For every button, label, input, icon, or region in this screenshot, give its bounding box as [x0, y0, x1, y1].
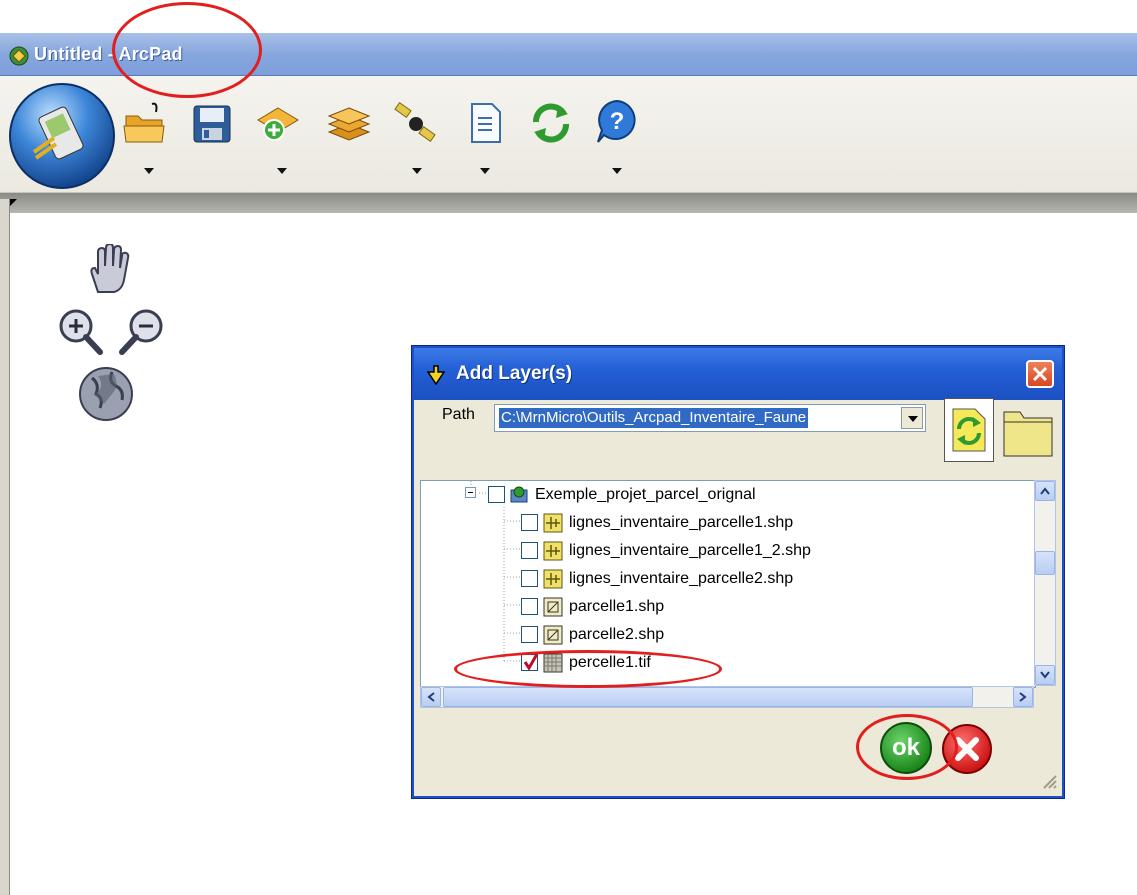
arcpad-app-icon	[9, 46, 29, 66]
browse-folder-icon[interactable]	[1000, 400, 1056, 460]
dialog-close-button[interactable]	[1026, 360, 1054, 388]
add-layer-icon[interactable]	[256, 100, 302, 146]
file-checkbox[interactable]	[521, 570, 538, 587]
file-label: lignes_inventaire_parcelle1.shp	[569, 514, 794, 531]
svg-text:?: ?	[610, 108, 625, 135]
annotation-circle-ok-button	[856, 714, 958, 780]
arcpad-menu-button[interactable]	[6, 80, 118, 192]
close-icon	[1032, 366, 1048, 382]
chevron-left-icon	[427, 692, 435, 702]
polygon-shapefile-icon	[543, 597, 563, 617]
add-layer-dropdown-arrow[interactable]	[277, 168, 287, 174]
path-value: C:\MrnMicro\Outils_Arcpad_Inventaire_Fau…	[499, 408, 809, 428]
scroll-down-button[interactable]	[1035, 665, 1055, 685]
resize-grip-icon[interactable]	[1040, 772, 1058, 790]
tree-row-file[interactable]: parcelle1.shp	[421, 593, 1021, 621]
folder-label: Exemple_projet_parcel_orignal	[535, 486, 756, 503]
polygon-shapefile-icon	[543, 625, 563, 645]
file-label: lignes_inventaire_parcelle2.shp	[569, 570, 794, 587]
line-shapefile-icon	[543, 513, 563, 533]
scroll-up-button[interactable]	[1035, 481, 1055, 501]
refresh-icon[interactable]	[528, 100, 574, 146]
tree-row-file[interactable]: lignes_inventaire_parcelle2.shp	[421, 565, 1021, 593]
line-shapefile-icon	[543, 541, 563, 561]
zoom-out-icon[interactable]	[110, 306, 166, 360]
file-label: lignes_inventaire_parcelle1_2.shp	[569, 542, 811, 559]
toolbar-bottom-band	[0, 193, 1137, 213]
refresh-list-button[interactable]	[944, 398, 994, 462]
horizontal-scroll-thumb[interactable]	[443, 687, 973, 707]
layers-icon[interactable]	[326, 100, 372, 146]
chevron-up-icon	[1040, 487, 1050, 495]
path-dropdown[interactable]: C:\MrnMicro\Outils_Arcpad_Inventaire_Fau…	[494, 404, 926, 432]
file-checkbox[interactable]	[521, 542, 538, 559]
chevron-right-icon	[1019, 692, 1027, 702]
file-checkbox[interactable]	[521, 598, 538, 615]
gps-satellite-icon[interactable]	[392, 100, 438, 146]
folder-checkbox[interactable]	[488, 486, 505, 503]
scroll-thumb[interactable]	[1035, 551, 1055, 575]
horizontal-scrollbar[interactable]	[420, 686, 1034, 708]
line-shapefile-icon	[543, 569, 563, 589]
corner-marker	[10, 199, 17, 206]
tree-row-file[interactable]: parcelle2.shp	[421, 621, 1021, 649]
folder-project-icon	[510, 486, 528, 503]
vertical-scrollbar[interactable]	[1034, 480, 1056, 686]
zoom-in-icon[interactable]	[56, 306, 112, 360]
file-checkbox[interactable]	[521, 514, 538, 531]
tree-row-file[interactable]: lignes_inventaire_parcelle1.shp	[421, 509, 1021, 537]
dialog-title: Add Layer(s)	[456, 363, 573, 384]
map-left-border	[0, 199, 10, 895]
refresh-document-icon	[952, 408, 986, 452]
tree-row-file[interactable]: lignes_inventaire_parcelle1_2.shp	[421, 537, 1021, 565]
scroll-right-button[interactable]	[1013, 687, 1033, 707]
open-dropdown-arrow[interactable]	[144, 168, 154, 174]
page-dropdown-arrow[interactable]	[480, 168, 490, 174]
path-dropdown-button[interactable]	[901, 407, 923, 429]
scroll-left-button[interactable]	[421, 687, 441, 707]
help-dropdown-arrow[interactable]	[612, 168, 622, 174]
open-folder-icon[interactable]	[122, 100, 168, 146]
full-extent-globe-icon[interactable]	[78, 364, 134, 426]
save-icon[interactable]	[190, 100, 236, 146]
annotation-circle-selected-file	[454, 650, 722, 688]
annotation-circle-title	[112, 2, 262, 98]
file-checkbox[interactable]	[521, 626, 538, 643]
add-layers-dialog: Add Layer(s) Path C:\MrnMicro\Outils_Arc…	[412, 346, 1064, 798]
gps-dropdown-arrow[interactable]	[412, 168, 422, 174]
path-label: Path	[442, 406, 475, 423]
page-icon[interactable]	[462, 100, 508, 146]
chevron-down-icon	[1040, 671, 1050, 679]
help-icon[interactable]: ?	[594, 98, 640, 144]
pan-hand-icon[interactable]	[84, 244, 132, 296]
file-label: parcelle1.shp	[569, 598, 665, 615]
file-label: parcelle2.shp	[569, 626, 665, 643]
tree-row-folder[interactable]: Exemple_projet_parcel_orignal	[421, 481, 1021, 509]
add-arrow-icon	[426, 365, 446, 386]
